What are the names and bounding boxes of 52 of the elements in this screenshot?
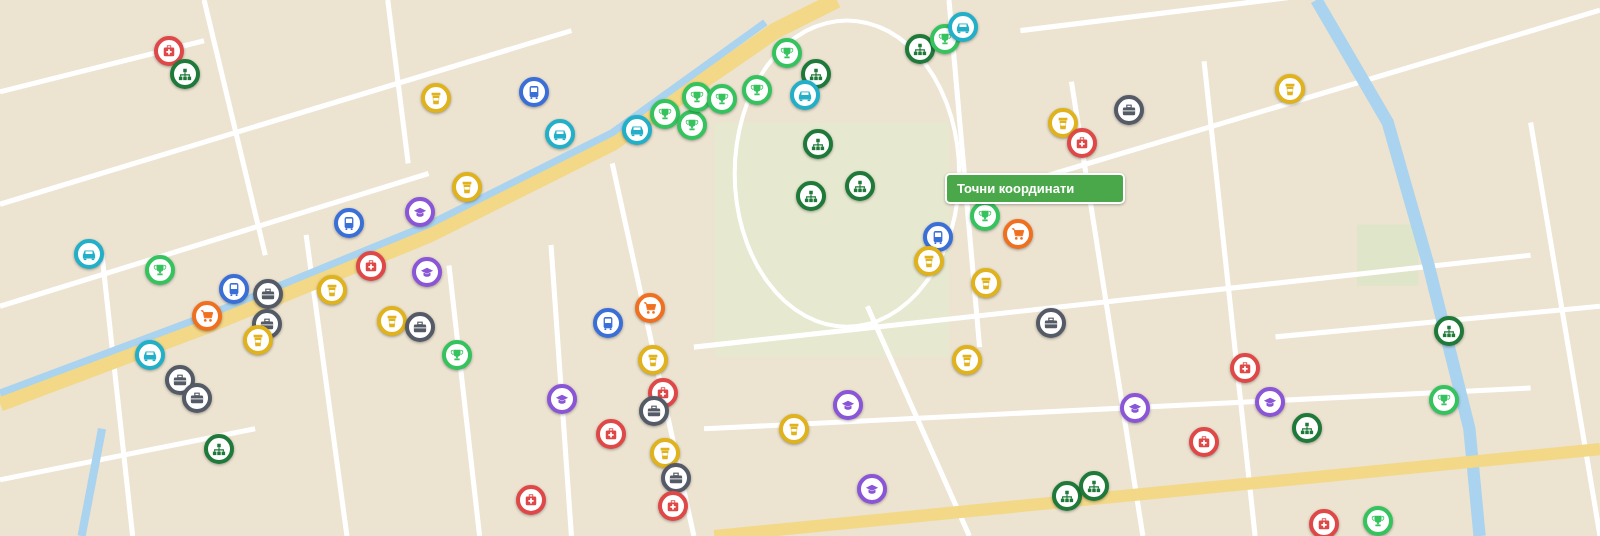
trophy-icon <box>715 92 730 107</box>
graduation-cap-icon <box>413 205 428 220</box>
briefcase-icon <box>189 391 204 406</box>
cart-icon <box>200 309 215 324</box>
briefcase-icon <box>260 316 275 331</box>
coordinates-tooltip: Точни координати <box>945 173 1125 204</box>
briefcase-icon <box>1121 103 1136 118</box>
first-aid-icon <box>523 493 538 508</box>
hierarchy-icon <box>853 178 868 193</box>
trophy-icon <box>450 348 465 363</box>
cart-icon <box>643 301 657 316</box>
hierarchy-icon <box>804 189 819 203</box>
first-aid-icon <box>1237 360 1252 375</box>
first-aid-icon <box>1074 135 1089 150</box>
briefcase-icon <box>261 287 276 302</box>
hierarchy-icon <box>809 66 824 81</box>
hierarchy-icon <box>1300 420 1315 435</box>
graduation-cap-icon <box>1263 395 1278 410</box>
trophy-icon <box>684 117 699 132</box>
hierarchy-icon <box>1086 478 1101 493</box>
briefcase-icon <box>668 470 683 485</box>
first-aid-icon <box>604 426 619 441</box>
graduation-cap-icon <box>555 392 570 407</box>
hierarchy-icon <box>913 42 928 56</box>
hierarchy-icon <box>1060 489 1075 504</box>
first-aid-icon <box>162 44 177 59</box>
first-aid-icon <box>666 499 681 514</box>
trophy-icon <box>689 90 704 104</box>
hierarchy-icon <box>212 442 227 457</box>
graduation-cap-icon <box>840 398 855 413</box>
briefcase-icon <box>1044 315 1058 330</box>
trophy-icon <box>1436 393 1451 408</box>
first-aid-icon <box>656 386 671 401</box>
hierarchy-icon <box>177 66 192 81</box>
hierarchy-icon <box>811 136 826 151</box>
hierarchy-icon <box>1441 323 1456 338</box>
graduation-cap-icon <box>865 482 880 497</box>
trophy-icon <box>937 31 952 46</box>
trophy-icon <box>977 209 992 224</box>
first-aid-icon <box>364 259 379 274</box>
trophy-icon <box>1370 513 1385 528</box>
trophy-icon <box>779 46 794 61</box>
briefcase-icon <box>647 404 662 419</box>
first-aid-icon <box>1197 435 1212 450</box>
trophy-icon <box>750 82 765 97</box>
briefcase-icon <box>172 372 187 387</box>
graduation-cap-icon <box>1127 401 1142 416</box>
trophy-icon <box>153 262 168 277</box>
trophy-icon <box>658 107 673 122</box>
cart-icon <box>1011 226 1026 241</box>
first-aid-icon <box>1317 516 1332 531</box>
briefcase-icon <box>413 319 428 334</box>
